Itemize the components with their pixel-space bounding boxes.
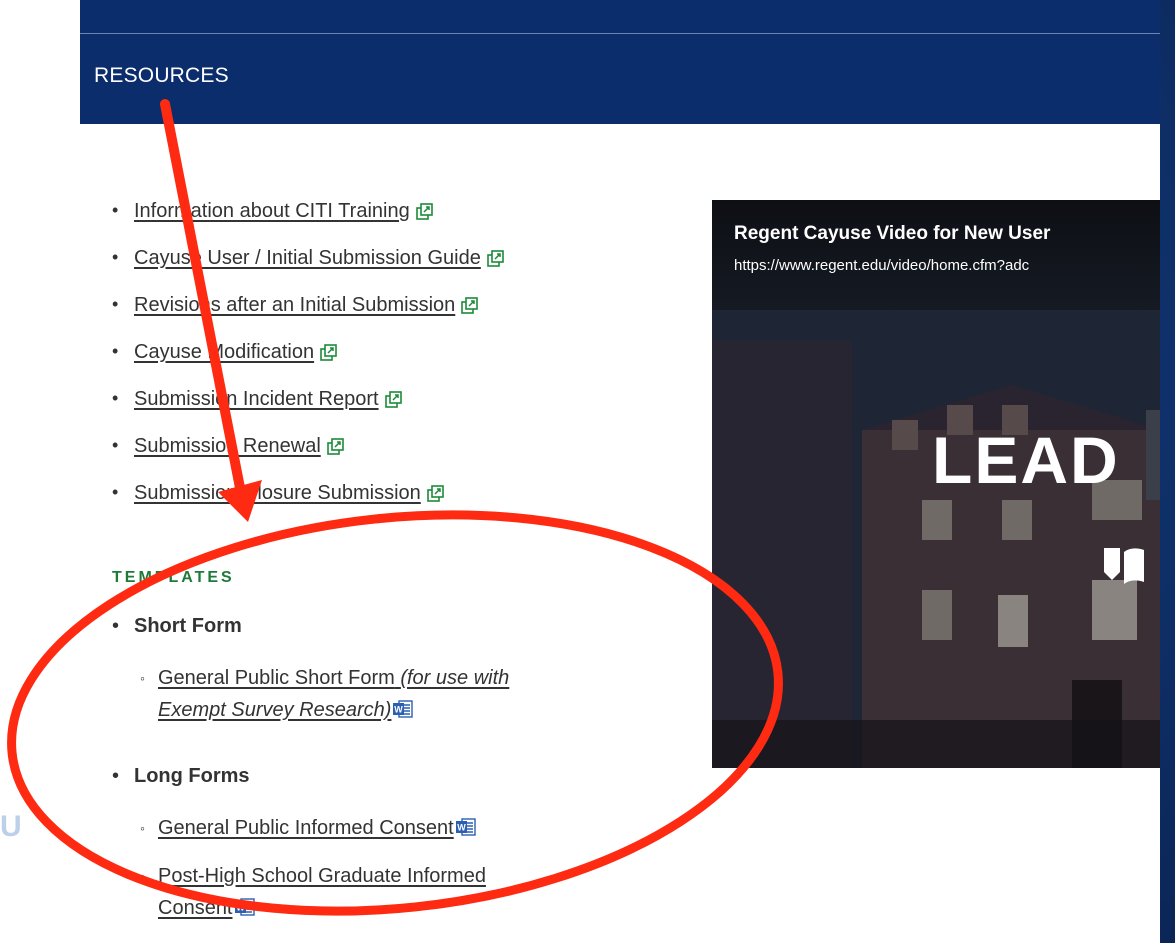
revisions-link[interactable]: Revisions after an Initial Submission [134, 294, 455, 316]
resources-title: RESOURCES [94, 64, 229, 87]
templates-heading: TEMPLATES [112, 569, 235, 586]
resource-item-citi-training: Information about CITI Training [112, 200, 504, 247]
short-form-item: General Public Short Form (for use with E… [140, 662, 509, 726]
svg-text:W: W [395, 705, 404, 715]
short-form-note-1: (for use with [400, 667, 510, 689]
closure-link[interactable]: Submission Closure Submission [134, 482, 421, 504]
incident-report-link[interactable]: Submission Incident Report [134, 388, 379, 410]
general-public-short-form-link[interactable]: General Public Short Form (for use with E… [158, 667, 509, 721]
resource-item-modification: Cayuse Modification [112, 341, 504, 388]
video-overlay-text: LEAD [932, 423, 1120, 497]
resources-header: RESOURCES [80, 0, 1160, 124]
external-link-icon [326, 438, 344, 455]
resource-item-closure: Submission Closure Submission [112, 482, 504, 529]
general-public-informed-consent-link[interactable]: General Public Informed Consent [158, 817, 454, 839]
external-link-icon [461, 297, 479, 314]
external-link-icon [384, 391, 402, 408]
video-title: Regent Cayuse Video for New User [734, 223, 1051, 244]
short-form-group: Short Form [112, 615, 242, 638]
external-link-icon [487, 250, 504, 267]
modification-link[interactable]: Cayuse Modification [134, 341, 314, 363]
post-high-school-label-1: Post-High School Graduate Informed [158, 865, 486, 887]
svg-text:W: W [236, 903, 245, 913]
word-document-icon: W [455, 818, 476, 836]
short-form-note-2: Exempt Survey Research) [158, 699, 392, 721]
resource-item-renewal: Submission Renewal [112, 435, 504, 482]
video-player[interactable]: Regent Cayuse Video for New User https:/… [712, 200, 1160, 768]
header-divider [80, 33, 1160, 34]
resource-item-revisions: Revisions after an Initial Submission [112, 294, 504, 341]
page-left-margin [0, 0, 80, 943]
short-form-label: Short Form [134, 615, 242, 637]
long-forms-group: Long Forms [112, 765, 250, 788]
external-link-icon [426, 485, 444, 502]
web-page: RESOURCES Information about CITI Trainin… [0, 0, 1160, 943]
video-title-bar [712, 200, 1160, 310]
long-form-item-post-high-school: Post-High School Graduate Informed Consen… [140, 860, 486, 924]
long-form-item-general-public: General Public Informed ConsentW [140, 812, 476, 844]
resources-list: Information about CITI Training Cayuse U… [112, 200, 504, 529]
slide-logo-fragment: U [0, 810, 22, 843]
svg-text:W: W [457, 823, 466, 833]
long-forms-label: Long Forms [134, 765, 250, 787]
video-url[interactable]: https://www.regent.edu/video/home.cfm?ad… [734, 257, 1029, 274]
external-link-icon [320, 344, 337, 361]
resource-item-cayuse-guide: Cayuse User / Initial Submission Guide [112, 247, 504, 294]
cayuse-guide-link[interactable]: Cayuse User / Initial Submission Guide [134, 247, 481, 269]
citi-training-link[interactable]: Information about CITI Training [134, 200, 410, 222]
renewal-link[interactable]: Submission Renewal [134, 435, 321, 457]
post-high-school-label-2: Consent [158, 897, 233, 919]
word-document-icon: W [234, 898, 255, 916]
resource-item-incident-report: Submission Incident Report [112, 388, 504, 435]
post-high-school-informed-consent-link[interactable]: Post-High School Graduate Informed Consen… [158, 865, 486, 919]
word-document-icon: W [393, 700, 414, 718]
short-form-link-label: General Public Short Form [158, 667, 395, 689]
external-link-icon [415, 203, 433, 220]
